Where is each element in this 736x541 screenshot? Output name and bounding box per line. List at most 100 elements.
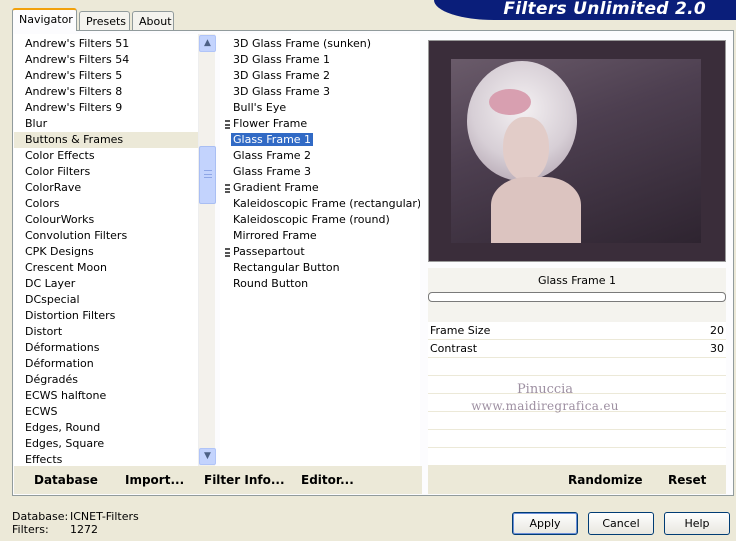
filter-item-label: Flower Frame <box>233 117 308 130</box>
filter-item-label: 3D Glass Frame 1 <box>233 53 331 66</box>
tab-about[interactable]: About <box>132 11 174 31</box>
import-button[interactable]: Import... <box>125 473 184 487</box>
scroll-thumb[interactable] <box>199 146 216 204</box>
filter-name-label: Glass Frame 1 <box>537 274 617 287</box>
filter-item[interactable]: 3D Glass Frame (sunken) <box>220 36 420 52</box>
filter-item[interactable]: Glass Frame 1 <box>220 132 420 148</box>
filter-item-label: Rectangular Button <box>233 261 340 274</box>
watermark: Pinuccia www.maidiregrafica.eu <box>470 382 620 413</box>
preview-image <box>428 40 726 262</box>
category-item[interactable]: Déformations <box>14 340 198 356</box>
category-list[interactable]: Andrew's Filters 51 Andrew's Filters 54 An… <box>14 34 198 466</box>
filter-item-label: Round Button <box>233 277 309 290</box>
category-item[interactable]: Crescent Moon <box>14 260 198 276</box>
category-scrollbar[interactable]: ▲ ▼ <box>198 34 216 466</box>
category-item[interactable]: Andrew's Filters 54 <box>14 52 198 68</box>
parameter-row[interactable]: Frame Size 20 <box>428 322 726 340</box>
filter-item-label: 3D Glass Frame 3 <box>233 85 331 98</box>
filter-item[interactable]: Kaleidoscopic Frame (rectangular) <box>220 196 420 212</box>
category-item[interactable]: Color Filters <box>14 164 198 180</box>
category-item[interactable]: Blur <box>14 116 198 132</box>
filters-count: 1272 <box>70 523 98 536</box>
filter-list[interactable]: 3D Glass Frame (sunken) 3D Glass Frame 1 3… <box>220 34 420 466</box>
parameter-row <box>428 430 726 448</box>
category-item[interactable]: ECWS halftone <box>14 388 198 404</box>
category-item[interactable]: Color Effects <box>14 148 198 164</box>
database-button[interactable]: Database <box>34 473 98 487</box>
randomize-button[interactable]: Randomize <box>568 473 642 487</box>
watermark-line2: www.maidiregrafica.eu <box>471 399 619 413</box>
category-item[interactable]: Colors <box>14 196 198 212</box>
window-title: Filters Unlimited 2.0 <box>503 0 706 19</box>
parameter-row <box>428 448 726 466</box>
category-item[interactable]: Andrew's Filters 9 <box>14 100 198 116</box>
right-toolbar: Randomize Reset <box>428 466 726 494</box>
category-item[interactable]: DCspecial <box>14 292 198 308</box>
category-item[interactable]: Edges, Square <box>14 436 198 452</box>
category-item[interactable]: Déformation <box>14 356 198 372</box>
help-button[interactable]: Help <box>664 512 730 535</box>
parameter-row[interactable]: Contrast 30 <box>428 340 726 358</box>
apply-button[interactable]: Apply <box>512 512 578 535</box>
category-item[interactable]: Distort <box>14 324 198 340</box>
folder-marker-icon <box>225 184 230 193</box>
category-item[interactable]: Dégradés <box>14 372 198 388</box>
filter-item[interactable]: Flower Frame <box>220 116 420 132</box>
category-item[interactable]: CPK Designs <box>14 244 198 260</box>
parameter-row <box>428 358 726 376</box>
filter-item[interactable]: Kaleidoscopic Frame (round) <box>220 212 420 228</box>
tab-navigator[interactable]: Navigator <box>12 8 77 31</box>
parameter-value: 20 <box>710 324 724 337</box>
editor-button[interactable]: Editor... <box>301 473 354 487</box>
category-item[interactable]: Convolution Filters <box>14 228 198 244</box>
scroll-down-button[interactable]: ▼ <box>199 448 216 465</box>
filter-item[interactable]: Passepartout <box>220 244 420 260</box>
database-label: Database: <box>12 510 69 523</box>
parameter-progress-bar <box>428 292 726 302</box>
parameter-row <box>428 412 726 430</box>
category-item[interactable]: Andrew's Filters 51 <box>14 36 198 52</box>
filter-item-label: Glass Frame 1 <box>231 133 314 146</box>
category-item[interactable]: Edges, Round <box>14 420 198 436</box>
grip-icon <box>204 170 212 178</box>
filter-item[interactable]: 3D Glass Frame 1 <box>220 52 420 68</box>
category-item[interactable]: ColorRave <box>14 180 198 196</box>
filter-item-label: Kaleidoscopic Frame (round) <box>233 213 390 226</box>
filter-item-label: Mirrored Frame <box>233 229 317 242</box>
filter-item[interactable]: 3D Glass Frame 2 <box>220 68 420 84</box>
filter-item[interactable]: Glass Frame 3 <box>220 164 420 180</box>
filters-label: Filters: <box>12 523 49 536</box>
filter-item[interactable]: Glass Frame 2 <box>220 148 420 164</box>
filter-item[interactable]: Mirrored Frame <box>220 228 420 244</box>
filter-item[interactable]: Rectangular Button <box>220 260 420 276</box>
parameter-name: Frame Size <box>430 324 491 337</box>
category-item[interactable]: Buttons & Frames <box>14 132 198 148</box>
filter-item[interactable]: Bull's Eye <box>220 100 420 116</box>
status-info: Database: ICNET-Filters Filters: 1272 <box>12 510 139 536</box>
filter-item[interactable]: 3D Glass Frame 3 <box>220 84 420 100</box>
filter-item-label: Bull's Eye <box>233 101 287 114</box>
folder-marker-icon <box>225 120 230 129</box>
category-item[interactable]: Andrew's Filters 8 <box>14 84 198 100</box>
cancel-button[interactable]: Cancel <box>588 512 654 535</box>
category-item[interactable]: DC Layer <box>14 276 198 292</box>
scroll-up-button[interactable]: ▲ <box>199 35 216 52</box>
title-banner: Filters Unlimited 2.0 <box>434 0 736 20</box>
filter-item-label: 3D Glass Frame (sunken) <box>233 37 371 50</box>
filter-info-button[interactable]: Filter Info... <box>204 473 285 487</box>
category-item[interactable]: ECWS <box>14 404 198 420</box>
chevron-up-icon: ▲ <box>204 38 211 48</box>
folder-marker-icon <box>225 248 230 257</box>
tab-presets[interactable]: Presets <box>79 11 130 31</box>
category-item[interactable]: ColourWorks <box>14 212 198 228</box>
reset-button[interactable]: Reset <box>668 473 706 487</box>
left-toolbar: Database Import... Filter Info... Editor… <box>14 466 422 494</box>
category-item[interactable]: Andrew's Filters 5 <box>14 68 198 84</box>
category-item[interactable]: Effects <box>14 452 198 466</box>
filter-item[interactable]: Gradient Frame <box>220 180 420 196</box>
filter-item[interactable]: Round Button <box>220 276 420 292</box>
filter-item-label: Glass Frame 2 <box>233 149 312 162</box>
category-item[interactable]: Distortion Filters <box>14 308 198 324</box>
filter-item-label: 3D Glass Frame 2 <box>233 69 331 82</box>
preview-photo <box>451 59 701 243</box>
